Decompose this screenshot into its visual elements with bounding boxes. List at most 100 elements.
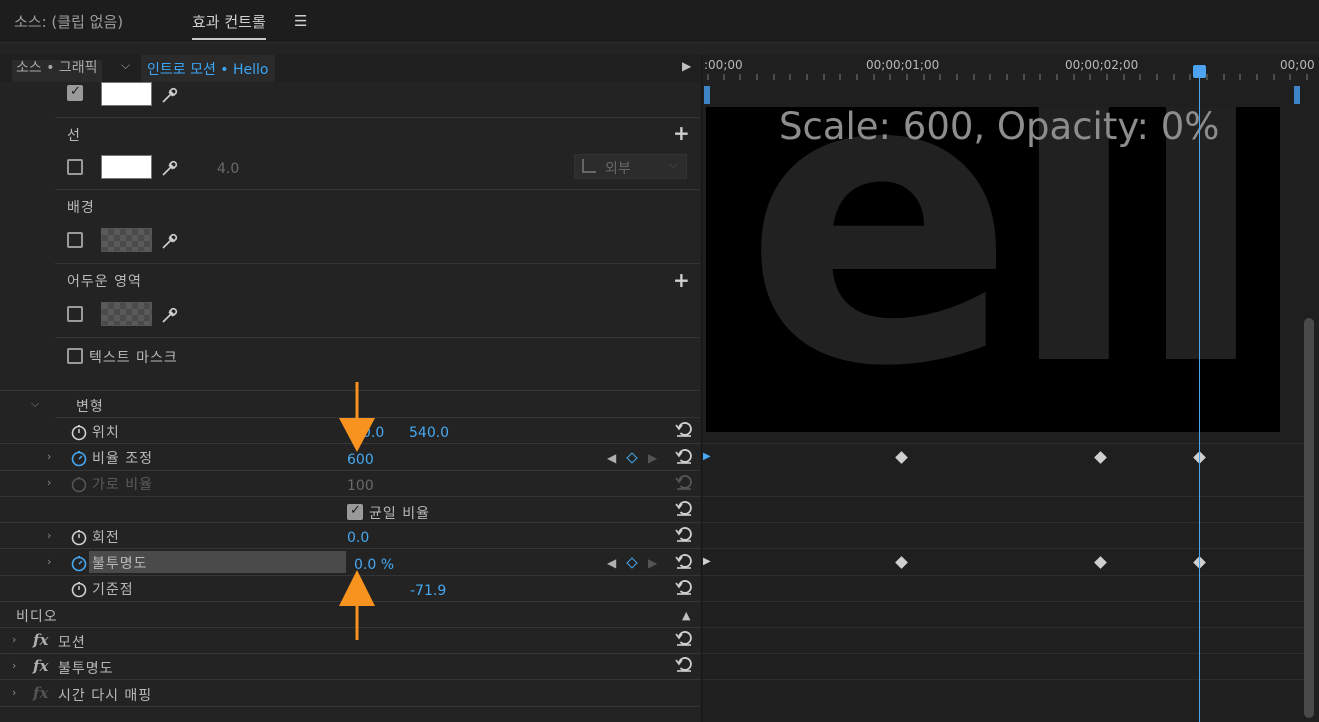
stopwatch-icon[interactable] [70, 423, 88, 441]
in-point-marker[interactable] [704, 86, 710, 104]
text-mask-checkbox[interactable] [67, 348, 83, 364]
eyedropper-icon[interactable] [160, 231, 180, 251]
expand-chevron-icon[interactable]: › [47, 476, 51, 489]
divider [702, 522, 1304, 523]
out-point-marker[interactable] [1294, 86, 1300, 104]
anchor-label: 기준점 [92, 582, 134, 598]
keyframe-start-marker[interactable]: ▶ [703, 556, 711, 567]
stopwatch-icon[interactable] [70, 528, 88, 546]
reset-icon[interactable] [675, 578, 693, 596]
fx-icon[interactable]: fx [33, 657, 48, 675]
add-shadow-icon[interactable]: + [673, 268, 690, 292]
stroke-color-swatch[interactable] [101, 155, 152, 179]
stopwatch-active-icon[interactable] [70, 449, 88, 467]
scale-keyframe[interactable] [895, 451, 908, 464]
fx-icon[interactable]: fx [33, 631, 48, 649]
divider [702, 653, 1304, 654]
keyframe-start-marker[interactable]: ▶ [703, 451, 711, 462]
playhead-handle[interactable] [1193, 65, 1206, 78]
overlay-caption: Scale: 600, Opacity: 0% [779, 105, 1220, 148]
stroke-width-value[interactable]: 4.0 [217, 161, 239, 177]
tab-source[interactable]: 소스: (클립 없음) [14, 11, 123, 32]
stopwatch-icon[interactable] [70, 580, 88, 598]
rotation-value[interactable]: 0.0 [347, 530, 369, 546]
scale-keyframe[interactable] [1094, 451, 1107, 464]
eyedropper-icon[interactable] [160, 158, 180, 178]
text-mask-label: 텍스트 마스크 [89, 350, 178, 366]
clip-header: 소스 • 그래픽 ⌵ 인트로 모션 • Hello ▶ [0, 55, 700, 82]
next-keyframe-icon[interactable]: ▶ [648, 556, 657, 570]
divider [702, 679, 1304, 680]
collapse-section-icon[interactable]: ▲ [682, 609, 690, 622]
expand-chevron-icon[interactable]: › [12, 659, 16, 672]
background-checkbox[interactable] [67, 232, 83, 248]
stopwatch-active-icon[interactable] [70, 554, 88, 572]
timecode-label: 00;00 [1280, 58, 1315, 72]
playhead-line[interactable] [1199, 65, 1200, 722]
chevron-down-icon: ⌵ [669, 158, 678, 171]
position-y-value[interactable]: 540.0 [409, 425, 449, 441]
prev-keyframe-icon[interactable]: ◀ [607, 451, 616, 465]
expand-chevron-icon[interactable]: › [12, 633, 16, 646]
panel-menu-icon[interactable]: ☰ [294, 12, 307, 30]
prev-keyframe-icon[interactable]: ◀ [607, 556, 616, 570]
timecode-label: 00;00;01;00 [866, 58, 940, 72]
fill-color-swatch[interactable] [101, 82, 152, 106]
collapse-chevron-icon[interactable]: ⌵ [31, 397, 39, 411]
reset-icon [675, 475, 692, 490]
stroke-checkbox[interactable] [67, 159, 83, 175]
chevron-down-icon[interactable]: ⌵ [121, 58, 130, 73]
rotation-label: 회전 [92, 530, 120, 546]
background-color-swatch[interactable] [101, 228, 152, 252]
play-triangle-icon[interactable]: ▶ [682, 59, 691, 73]
background-label: 배경 [67, 200, 95, 216]
divider [0, 548, 700, 549]
expand-chevron-icon[interactable]: › [47, 450, 51, 463]
expand-chevron-icon[interactable]: › [47, 555, 51, 568]
stroke-position-dropdown[interactable]: 외부 ⌵ [574, 154, 687, 179]
preview-title-text: ell [744, 107, 1270, 432]
arrow-down-annotation [339, 382, 375, 452]
divider [0, 522, 700, 523]
eyedropper-icon[interactable] [160, 305, 180, 325]
vertical-scrollbar[interactable] [1304, 318, 1314, 718]
reset-icon[interactable] [675, 420, 693, 438]
opacity-label: 불투명도 [92, 556, 148, 572]
reset-icon[interactable] [675, 447, 693, 465]
tab-effect-controls[interactable]: 효과 컨트롤 [192, 11, 266, 40]
expand-chevron-icon[interactable]: › [47, 529, 51, 542]
divider [0, 706, 700, 707]
effect-time-remap-label[interactable]: 시간 다시 매핑 [58, 685, 152, 705]
scale-width-label: 가로 비율 [92, 477, 153, 493]
expand-chevron-icon[interactable]: › [12, 686, 16, 699]
divider [55, 189, 700, 190]
next-keyframe-icon[interactable]: ▶ [648, 451, 657, 465]
anchor-y-value[interactable]: -71.9 [410, 583, 446, 599]
add-stroke-icon[interactable]: + [673, 121, 690, 145]
source-clip-label: 소스 • 그래픽 [12, 60, 102, 82]
transform-label: 변형 [76, 399, 104, 415]
shadow-color-swatch[interactable] [101, 302, 152, 326]
scale-value[interactable]: 600 [347, 452, 374, 468]
divider [702, 601, 1304, 602]
reset-icon[interactable] [675, 552, 693, 570]
reset-icon[interactable] [675, 499, 693, 517]
divider [55, 337, 700, 338]
shadow-checkbox[interactable] [67, 306, 83, 322]
opacity-keyframe[interactable] [895, 556, 908, 569]
reset-icon[interactable] [675, 655, 693, 673]
panel-tab-bar: 소스: (클립 없음) 효과 컨트롤 ☰ [0, 0, 1319, 42]
effect-opacity-label[interactable]: 불투명도 [58, 658, 114, 678]
time-ruler[interactable] [702, 72, 1319, 80]
divider [0, 679, 700, 680]
reset-icon[interactable] [675, 525, 693, 543]
uniform-scale-checkbox[interactable] [347, 503, 363, 520]
opacity-keyframe[interactable] [1094, 556, 1107, 569]
active-clip-label[interactable]: 인트로 모션 • Hello [141, 55, 275, 82]
fill-checkbox[interactable] [67, 84, 83, 101]
fx-icon[interactable]: fx [33, 684, 48, 702]
arrow-up-annotation [339, 570, 375, 640]
eyedropper-icon[interactable] [160, 85, 180, 105]
effect-motion-label[interactable]: 모션 [58, 632, 86, 652]
reset-icon[interactable] [675, 629, 693, 647]
